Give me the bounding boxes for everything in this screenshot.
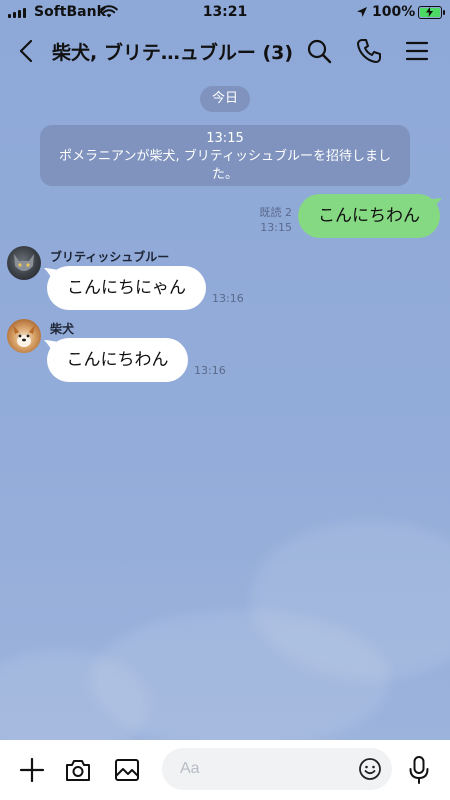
- battery-percentage: 100%: [372, 4, 416, 20]
- chat-title: 柴犬, ブリテ…ュブルー (3): [52, 42, 294, 64]
- avatar-british-blue[interactable]: [7, 246, 41, 280]
- battery-charging-icon: [418, 6, 445, 19]
- emoji-icon[interactable]: [358, 757, 382, 781]
- received-message-bubble[interactable]: こんにちわん: [47, 338, 188, 382]
- menu-icon[interactable]: [404, 38, 430, 64]
- date-divider: 今日: [200, 86, 250, 112]
- message-time: 13:16: [194, 364, 226, 377]
- sender-name: ブリティッシュブルー: [50, 250, 170, 264]
- system-message-time: 13:15: [206, 131, 244, 146]
- read-receipt: 既読 2 13:15: [240, 205, 293, 235]
- image-icon[interactable]: [113, 756, 141, 784]
- search-icon[interactable]: [306, 38, 332, 64]
- message-time: 13:16: [212, 292, 244, 305]
- system-message-text: ポメラニアンが柴犬, ブリティッシュブルーを招待しました。: [59, 149, 391, 182]
- camera-icon[interactable]: [64, 756, 92, 784]
- location-arrow-icon: [357, 7, 367, 17]
- received-message-bubble[interactable]: こんにちにゃん: [47, 266, 206, 310]
- back-chevron-icon[interactable]: [14, 38, 38, 64]
- status-bar: SoftBank 13:21 100%: [0, 0, 450, 26]
- plus-icon[interactable]: [18, 756, 46, 784]
- system-message: 13:15 ポメラニアンが柴犬, ブリティッシュブルーを招待しました。: [40, 125, 410, 186]
- sent-message-bubble[interactable]: こんにちわん: [298, 194, 440, 238]
- microphone-icon[interactable]: [408, 755, 430, 785]
- phone-icon[interactable]: [356, 38, 382, 64]
- avatar-shiba[interactable]: [7, 319, 41, 353]
- sender-name: 柴犬: [50, 322, 75, 336]
- read-count: 既読 2: [259, 206, 293, 219]
- message-time: 13:15: [260, 221, 292, 234]
- chat-header: 柴犬, ブリテ…ュブルー (3): [0, 26, 450, 76]
